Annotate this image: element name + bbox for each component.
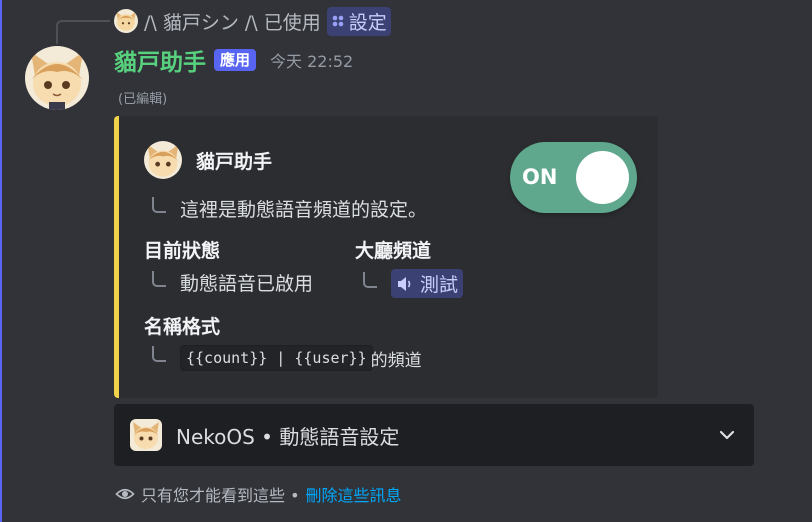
message-timestamp[interactable]: 今天 22:52 <box>270 48 353 72</box>
field-name-format: 名稱格式 {{count}} | {{user}} 的頻道 <box>144 312 422 371</box>
field-name: 目前狀態 <box>144 240 221 262</box>
speaker-icon <box>398 276 411 291</box>
channel-name: 測試 <box>420 274 459 296</box>
embed-author-avatar <box>144 141 182 179</box>
settings-embed: 貓戸助手 這裡是動態語音頻道的設定。 目前狀態 動態語音已啟用 大廳頻道 測試 … <box>114 116 658 398</box>
ephemeral-text: 只有您才能看到這些 • <box>141 486 300 505</box>
branch-icon <box>363 271 377 288</box>
field-value: 動態語音已啟用 <box>152 269 313 296</box>
name-format-code: {{count}} | {{user}} <box>180 345 373 371</box>
status-text: 動態語音已啟用 <box>180 273 314 295</box>
field-value: 測試 <box>363 269 464 298</box>
select-option-icon <box>130 419 162 451</box>
bot-name[interactable]: 貓戸助手 <box>114 43 206 77</box>
replied-user-name[interactable]: /\ 貓戸シン /\ <box>144 8 258 35</box>
embed-description-text: 這裡是動態語音頻道的設定。 <box>180 199 428 221</box>
select-value: NekoOS • 動態語音設定 <box>176 424 400 449</box>
toggle-label: ON <box>522 165 558 189</box>
app-badge: 應用 <box>214 49 257 71</box>
message-header: 貓戸助手 應用 今天 22:52 <box>114 44 353 76</box>
dismiss-messages-link[interactable]: 刪除這些訊息 <box>306 482 402 506</box>
settings-select-menu[interactable]: NekoOS • 動態語音設定 <box>114 404 754 466</box>
message-highlight-bar <box>0 0 2 522</box>
bot-avatar[interactable] <box>25 46 89 110</box>
edited-marker: (已編輯) <box>118 92 168 107</box>
replied-user-avatar[interactable] <box>114 9 138 33</box>
branch-icon <box>152 196 166 213</box>
slash-command-icon <box>332 15 344 27</box>
field-current-status: 目前狀態 動態語音已啟用 <box>144 236 313 296</box>
embed-author-name: 貓戸助手 <box>196 150 273 173</box>
name-format-suffix: 的頻道 <box>370 350 422 371</box>
field-lobby-channel: 大廳頻道 測試 <box>355 236 464 298</box>
command-label: 設定 <box>348 11 387 34</box>
reply-connector <box>56 20 110 44</box>
embed-description: 這裡是動態語音頻道的設定。 <box>152 195 427 222</box>
ephemeral-notice: 只有您才能看到這些 • 刪除這些訊息 <box>115 482 402 506</box>
eye-icon <box>115 488 135 500</box>
chevron-down-icon[interactable] <box>718 426 736 444</box>
field-name: 大廳頻道 <box>355 240 432 262</box>
branch-icon <box>152 346 166 362</box>
toggle-knob <box>576 151 629 204</box>
field-value: {{count}} | {{user}} 的頻道 <box>152 345 422 371</box>
branch-icon <box>152 270 166 287</box>
field-name: 名稱格式 <box>144 316 221 338</box>
embed-author: 貓戸助手 <box>144 141 272 179</box>
command-mention[interactable]: 設定 <box>326 6 391 36</box>
reply-context[interactable]: /\ 貓戸シン /\ 已使用 設定 <box>114 6 391 36</box>
channel-mention[interactable]: 測試 <box>391 269 464 298</box>
voice-toggle-image: ON <box>510 142 637 213</box>
used-command-text: 已使用 <box>263 11 321 34</box>
